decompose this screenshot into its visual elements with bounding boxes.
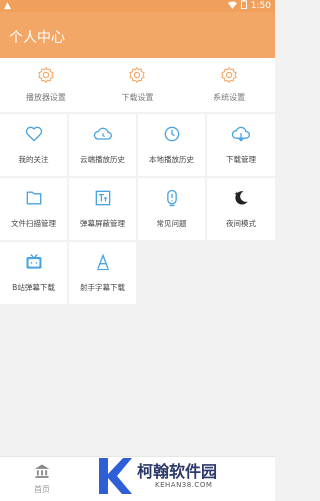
watermark: 柯翰软件园 KEHAN38.COM — [95, 452, 265, 500]
gear-icon — [220, 66, 238, 88]
watermark-subtext: KEHAN38.COM — [155, 481, 213, 489]
notification-icon: ▲ — [4, 1, 11, 11]
cloud-history-button[interactable]: 云端播放历史 — [69, 114, 136, 176]
gear-icon — [37, 66, 55, 88]
battery-icon — [240, 0, 247, 12]
faq-button[interactable]: 常见问题 — [138, 178, 205, 240]
history-icon — [164, 126, 179, 142]
grid-label: 常见问题 — [156, 219, 187, 228]
grid-label: 文件扫描管理 — [11, 219, 56, 228]
grid-label: 射手字幕下载 — [80, 283, 125, 292]
subtitle-icon — [96, 253, 109, 271]
local-history-button[interactable]: 本地播放历史 — [138, 114, 205, 176]
tv-icon — [26, 254, 41, 269]
grid-label: 本地播放历史 — [149, 155, 194, 164]
gear-icon — [128, 66, 146, 88]
faq-icon — [166, 189, 177, 207]
bilibili-danmaku-download-button[interactable]: B站弹幕下载 — [0, 242, 67, 304]
status-bar: ▲ 1:50 — [0, 0, 275, 12]
tab-home-label: 首页 — [34, 485, 50, 494]
settings-label: 下载设置 — [121, 93, 154, 102]
heart-icon — [25, 126, 42, 142]
clock: 1:50 — [250, 1, 271, 11]
grid-label: 下载管理 — [226, 155, 256, 164]
home-bank-icon — [34, 464, 50, 478]
download-settings-button[interactable]: 下载设置 — [92, 58, 184, 112]
grid-label: 夜间模式 — [226, 219, 256, 228]
grid-label: 我的关注 — [18, 155, 49, 164]
system-settings-button[interactable]: 系统设置 — [183, 58, 275, 112]
settings-label: 系统设置 — [213, 93, 246, 102]
wifi-icon — [227, 1, 237, 12]
night-mode-button[interactable]: 夜间模式 — [207, 178, 275, 240]
tab-home[interactable]: 首页 — [22, 463, 62, 495]
my-follows-button[interactable]: 我的关注 — [0, 114, 67, 176]
feature-grid: 我的关注 云端播放历史 本地播放历史 下载管理 文件扫描管理 弹幕屏蔽管理 常见… — [0, 114, 275, 456]
grid-label: 云端播放历史 — [80, 155, 125, 164]
app-header: 个人中心 — [0, 12, 275, 58]
cloud-download-icon — [231, 126, 250, 142]
danmaku-block-button[interactable]: 弹幕屏蔽管理 — [69, 178, 136, 240]
cloud-icon — [93, 127, 112, 140]
file-scan-button[interactable]: 文件扫描管理 — [0, 178, 67, 240]
grid-label: 弹幕屏蔽管理 — [80, 219, 125, 228]
settings-label: 播放器设置 — [25, 93, 66, 102]
watermark-text: 柯翰软件园 — [137, 462, 218, 481]
text-filter-icon — [95, 190, 110, 206]
page-title: 个人中心 — [9, 30, 65, 46]
moon-icon — [234, 191, 248, 205]
grid-label: B站弹幕下载 — [12, 283, 55, 292]
folder-icon — [26, 191, 41, 205]
player-settings-button[interactable]: 播放器设置 — [0, 58, 92, 112]
watermark-logo — [99, 458, 132, 494]
download-manager-button[interactable]: 下载管理 — [207, 114, 275, 176]
settings-row: 播放器设置 下载设置 系统设置 — [0, 58, 275, 112]
subtitle-download-button[interactable]: 射手字幕下载 — [69, 242, 136, 304]
